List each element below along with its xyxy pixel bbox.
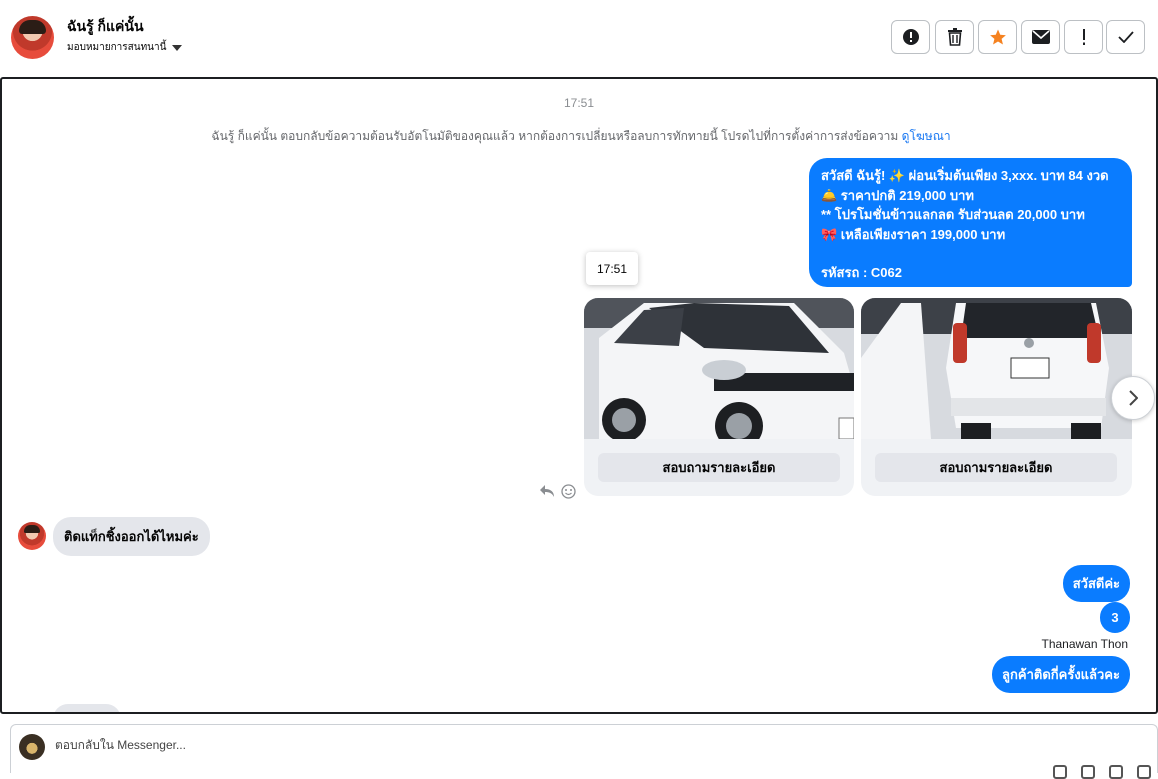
carousel-card[interactable]: สอบถามรายละเอียด [861, 298, 1132, 496]
check-icon [1117, 31, 1134, 43]
message-actions [539, 484, 576, 499]
view-ad-link[interactable]: ดูโฆษณา [902, 129, 951, 143]
promo-line: ** โปรโมชั่นข้าวแลกลด รับส่วนลด 20,000 บ… [821, 207, 1085, 222]
composer-toolbar [1053, 765, 1151, 779]
ask-details-button[interactable]: สอบถามรายละเอียด [875, 453, 1117, 482]
caret-down-icon [172, 44, 183, 51]
promo-line [821, 244, 1122, 263]
reply-input[interactable] [55, 738, 655, 752]
ask-details-button[interactable]: สอบถามรายละเอียด [598, 453, 840, 482]
send-icon[interactable] [1137, 765, 1151, 779]
incoming-message-partial[interactable] [53, 704, 121, 712]
attachment-icon[interactable] [1053, 765, 1067, 779]
image-icon[interactable] [1081, 765, 1095, 779]
mark-unread-button[interactable] [1021, 20, 1060, 54]
car-rear-illustration [861, 298, 1132, 439]
promo-line: 🎀 เหลือเพียงราคา 199,000 บาท [821, 226, 1006, 242]
mark-spam-button[interactable] [891, 20, 930, 54]
contact-avatar[interactable] [11, 16, 54, 59]
exclamation-icon [1082, 29, 1085, 45]
assign-label: มอบหมายการสนทนานี้ [67, 42, 167, 53]
mark-done-button[interactable] [1106, 20, 1145, 54]
outgoing-message[interactable]: ลูกค้าติดกี่ครั้งแล้วคะ [992, 656, 1130, 693]
thread-timestamp: 17:51 [563, 96, 595, 110]
contact-name[interactable]: ฉันรู้ ก็แค่นั้น [67, 16, 144, 38]
page-avatar [19, 734, 45, 760]
notice-text: ฉันรู้ ก็แค่นั้น ตอบกลับข้อความต้อนรับอั… [211, 129, 899, 143]
promo-line: 🛎️ ราคาปกติ 219,000 บาท [821, 187, 974, 203]
reply-icon[interactable] [539, 484, 555, 498]
promo-message[interactable]: สวัสดี ฉันรู้! ✨ ผ่อนเริ่มต้นเพียง 3,xxx… [809, 158, 1132, 287]
alert-icon [902, 29, 919, 45]
carousel-next-button[interactable] [1111, 376, 1155, 420]
car-front-illustration [584, 298, 854, 439]
sender-name: Thanawan Thon [1041, 637, 1128, 651]
message-thread[interactable]: 17:51 ฉันรู้ ก็แค่นั้น ตอบกลับข้อความต้อ… [0, 77, 1158, 714]
chevron-right-icon [1129, 390, 1138, 406]
car-front-image[interactable] [584, 298, 854, 439]
conversation-header: ฉันรู้ ก็แค่นั้น มอบหมายการสนทนานี้ [0, 0, 1158, 76]
promo-line: รหัสรถ : C062 [821, 265, 902, 280]
outgoing-message[interactable]: สวัสดีค่ะ [1062, 565, 1130, 602]
delete-button[interactable] [935, 20, 974, 54]
incoming-message[interactable]: ติดแท็กชิ้งออกได้ไหมค่ะ [53, 517, 210, 556]
envelope-icon [1031, 30, 1050, 44]
gif-icon[interactable] [1109, 765, 1123, 779]
message-time-tooltip: 17:51 [586, 252, 638, 285]
emoji-icon[interactable] [561, 484, 576, 499]
customer-avatar[interactable] [18, 522, 46, 550]
follow-up-button[interactable] [1064, 20, 1103, 54]
assign-conversation-dropdown[interactable]: มอบหมายการสนทนานี้ [67, 40, 183, 55]
car-rear-image[interactable] [861, 298, 1132, 439]
reply-composer [10, 724, 1158, 779]
outgoing-message[interactable]: 3 [1100, 602, 1130, 633]
promo-line: สวัสดี ฉันรู้! ✨ ผ่อนเริ่มต้นเพียง 3,xxx… [821, 168, 1109, 183]
star-button[interactable] [978, 20, 1017, 54]
trash-icon [947, 28, 962, 46]
auto-reply-notice: ฉันรู้ ก็แค่นั้น ตอบกลับข้อความต้อนรับอั… [2, 127, 1156, 146]
carousel-card[interactable]: สอบถามรายละเอียด [584, 298, 854, 496]
star-icon [989, 29, 1006, 45]
